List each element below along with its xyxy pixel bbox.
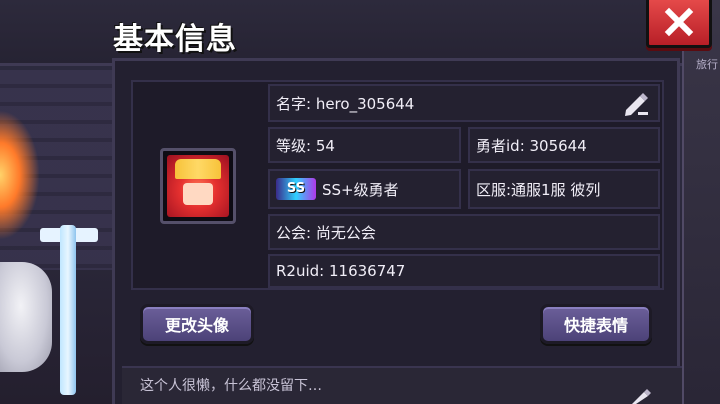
background-staff — [60, 225, 76, 395]
motto-text: 这个人很懒，什么都没留下… — [140, 378, 322, 394]
level-text: 等级: 54 — [276, 136, 335, 155]
quick-emote-button[interactable]: 快捷表情 — [540, 304, 652, 344]
quick-emote-label: 快捷表情 — [563, 316, 628, 335]
server-text: 区服:通服1服 彼列 — [476, 180, 601, 199]
change-avatar-button[interactable]: 更改头像 — [140, 304, 254, 344]
avatar-portrait — [167, 155, 229, 217]
window-title: 基本信息 — [113, 22, 237, 57]
r2uid-text: R2uid: 11636747 — [276, 262, 406, 280]
name-row: 名字: hero_305644 — [268, 84, 660, 122]
guild-text: 公会: 尚无公会 — [276, 223, 376, 242]
hero-id-text: 勇者id: 305644 — [476, 136, 587, 155]
background-character — [0, 262, 52, 372]
rank-text: SS+级勇者 — [322, 180, 399, 199]
close-icon — [664, 7, 694, 37]
side-panel-label: 旅行 — [696, 58, 718, 71]
close-button[interactable] — [646, 0, 712, 48]
background-fire — [0, 110, 40, 240]
rank-badge-text: SS — [286, 181, 306, 196]
window-title-bar — [0, 0, 682, 66]
edit-icon[interactable] — [620, 90, 650, 116]
motto-field[interactable]: 这个人很懒，什么都没留下… — [122, 366, 682, 404]
level-cell: 等级: 54 — [268, 127, 461, 163]
server-cell: 区服:通服1服 彼列 — [468, 169, 660, 209]
motto-edit-icon[interactable] — [628, 386, 654, 404]
r2uid-row: R2uid: 11636747 — [268, 254, 660, 288]
avatar-frame[interactable] — [160, 148, 236, 224]
name-text: 名字: hero_305644 — [276, 94, 415, 113]
change-avatar-label: 更改头像 — [164, 316, 229, 335]
ss-rank-icon: SS — [276, 178, 316, 200]
hero-id-cell: 勇者id: 305644 — [468, 127, 660, 163]
guild-row: 公会: 尚无公会 — [268, 214, 660, 250]
rank-cell: SS SS+级勇者 — [268, 169, 461, 209]
